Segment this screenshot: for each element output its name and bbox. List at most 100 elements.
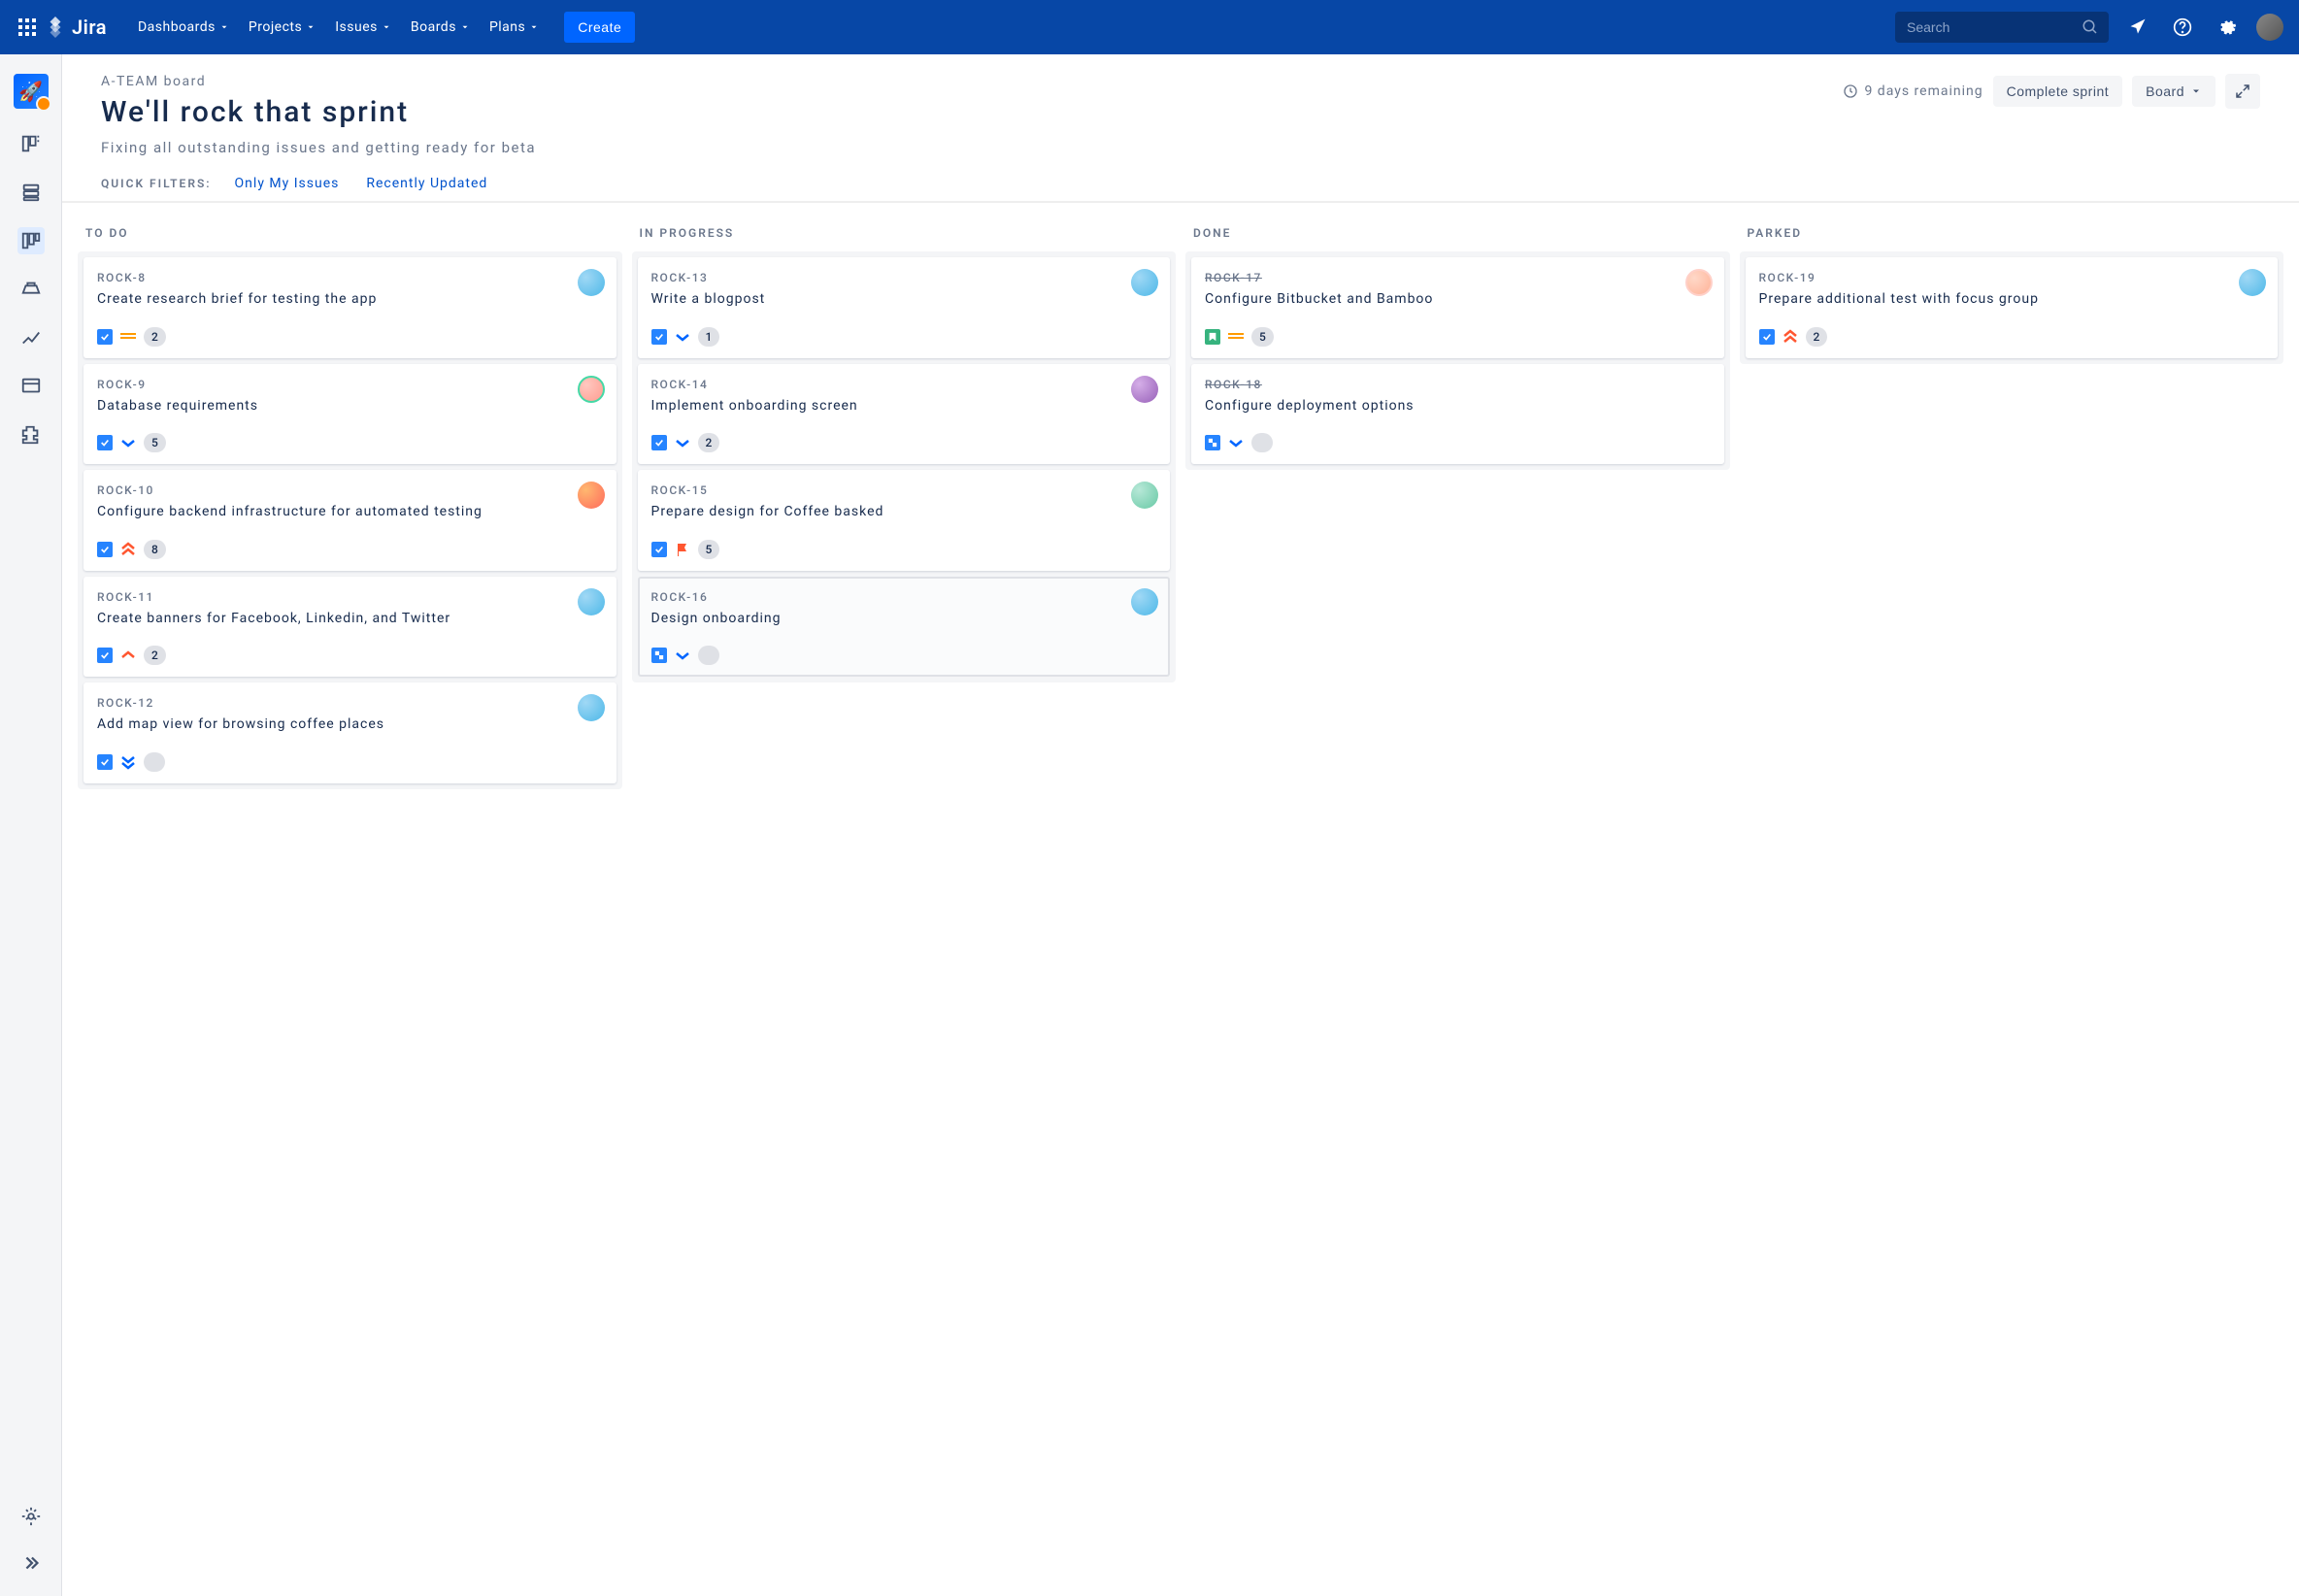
priority-icon: [675, 542, 690, 557]
column-body[interactable]: ROCK-19Prepare additional test with focu…: [1740, 251, 2284, 364]
issue-key: ROCK-18: [1205, 378, 1711, 391]
sidebar: 🚀: [0, 54, 62, 1596]
estimate-badge: 5: [1251, 327, 1274, 347]
create-button[interactable]: Create: [564, 12, 635, 43]
chevron-down-icon: [2190, 85, 2202, 97]
issue-card[interactable]: ROCK-19Prepare additional test with focu…: [1746, 257, 2279, 358]
backlog-icon[interactable]: [17, 130, 45, 157]
issue-card[interactable]: ROCK-14Implement onboarding screen2: [638, 364, 1171, 465]
jira-logo[interactable]: Jira: [45, 16, 107, 39]
issue-card[interactable]: ROCK-11Create banners for Facebook, Link…: [83, 577, 616, 678]
priority-icon: [120, 435, 136, 450]
issue-card[interactable]: ROCK-10Configure backend infrastructure …: [83, 470, 616, 571]
estimate-badge: [698, 646, 719, 665]
assignee-avatar[interactable]: [2239, 269, 2266, 296]
notifications-icon[interactable]: [2122, 12, 2153, 43]
estimate-badge: 8: [144, 540, 166, 559]
kanban-board: TO DOROCK-8Create research brief for tes…: [62, 203, 2299, 801]
pages-icon[interactable]: [17, 373, 45, 400]
chevron-down-icon: [306, 22, 316, 32]
column-body[interactable]: ROCK-8Create research brief for testing …: [78, 251, 622, 789]
breadcrumb[interactable]: A-TEAM board: [101, 74, 409, 89]
assignee-avatar[interactable]: [1131, 588, 1158, 615]
estimate-badge: 1: [698, 327, 720, 347]
help-icon[interactable]: [2167, 12, 2198, 43]
assignee-avatar[interactable]: [1131, 269, 1158, 296]
issue-key: ROCK-9: [97, 378, 603, 391]
stack-icon[interactable]: [17, 179, 45, 206]
filter-link[interactable]: Only My Issues: [235, 176, 340, 191]
column-header: DONE: [1185, 215, 1730, 251]
assignee-avatar[interactable]: [578, 376, 605, 403]
assignee-avatar[interactable]: [1131, 482, 1158, 509]
filter-link[interactable]: Recently Updated: [366, 176, 487, 191]
assignee-avatar[interactable]: [1131, 376, 1158, 403]
card-footer: [651, 646, 1157, 665]
issue-key: ROCK-13: [651, 271, 1157, 284]
priority-icon: [120, 329, 136, 345]
subtask-icon: [651, 648, 667, 663]
releases-icon[interactable]: [17, 276, 45, 303]
issue-card[interactable]: ROCK-17Configure Bitbucket and Bamboo5: [1191, 257, 1724, 358]
chevron-down-icon: [529, 22, 539, 32]
task-icon: [1759, 329, 1775, 345]
priority-icon: [675, 435, 690, 450]
issue-key: ROCK-16: [651, 590, 1157, 604]
search-icon: [2082, 18, 2099, 36]
project-settings-icon[interactable]: [17, 1503, 45, 1530]
apps-switcher-icon[interactable]: [16, 16, 39, 39]
estimate-badge: 2: [144, 327, 166, 347]
issue-card[interactable]: ROCK-12Add map view for browsing coffee …: [83, 682, 616, 783]
nav-dashboards[interactable]: Dashboards: [128, 14, 239, 41]
chevron-down-icon: [460, 22, 470, 32]
column-header: IN PROGRESS: [632, 215, 1177, 251]
fullscreen-button[interactable]: [2225, 74, 2260, 109]
issue-card[interactable]: ROCK-18 Configure deployment options: [1191, 364, 1724, 465]
column-body[interactable]: ROCK-17Configure Bitbucket and Bamboo5RO…: [1185, 251, 1730, 470]
assignee-avatar[interactable]: [578, 269, 605, 296]
estimate-badge: 5: [144, 433, 166, 452]
task-icon: [97, 754, 113, 770]
view-switcher-button[interactable]: Board: [2132, 76, 2216, 107]
issue-card[interactable]: ROCK-13 Write a blogpost 1: [638, 257, 1171, 358]
user-avatar[interactable]: [2256, 14, 2283, 41]
reports-icon[interactable]: [17, 324, 45, 351]
nav-issues[interactable]: Issues: [325, 14, 401, 41]
column-body[interactable]: ROCK-13 Write a blogpost 1 ROCK-14Implement…: [632, 251, 1177, 682]
issue-card[interactable]: ROCK-15Prepare design for Coffee basked5: [638, 470, 1171, 571]
chevron-down-icon: [382, 22, 391, 32]
clock-icon: [1843, 83, 1858, 99]
assignee-avatar[interactable]: [578, 588, 605, 615]
assignee-avatar[interactable]: [578, 482, 605, 509]
nav-projects[interactable]: Projects: [239, 14, 325, 41]
priority-icon: [1228, 329, 1244, 345]
estimate-badge: 2: [1806, 327, 1828, 347]
complete-sprint-button[interactable]: Complete sprint: [1993, 76, 2123, 107]
quick-filters-label: QUICK FILTERS:: [101, 177, 212, 190]
issue-key: ROCK-17: [1205, 271, 1711, 284]
issue-title: Write a blogpost: [651, 290, 1118, 310]
issue-card[interactable]: ROCK-9Database requirements5: [83, 364, 616, 465]
task-icon: [651, 329, 667, 345]
assignee-avatar[interactable]: [1685, 269, 1713, 296]
assignee-avatar[interactable]: [578, 694, 605, 721]
issue-title: Add map view for browsing coffee places: [97, 715, 564, 735]
card-footer: 2: [97, 646, 603, 665]
search-input[interactable]: [1895, 12, 2109, 43]
task-icon: [97, 435, 113, 450]
card-footer: 5: [651, 540, 1157, 559]
addon-icon[interactable]: [17, 421, 45, 449]
issue-card[interactable]: ROCK-16Design onboarding: [638, 577, 1171, 678]
issue-card[interactable]: ROCK-8Create research brief for testing …: [83, 257, 616, 358]
project-avatar-icon[interactable]: 🚀: [14, 74, 49, 109]
issue-title: Prepare design for Coffee basked: [651, 503, 1118, 522]
priority-icon: [675, 648, 690, 663]
board-icon[interactable]: [17, 227, 45, 254]
card-footer: 2: [97, 327, 603, 347]
column: PARKEDROCK-19Prepare additional test wit…: [1740, 215, 2284, 789]
expand-sidebar-icon[interactable]: [17, 1549, 45, 1577]
nav-boards[interactable]: Boards: [401, 14, 480, 41]
settings-icon[interactable]: [2212, 12, 2243, 43]
issue-title: Configure deployment options: [1205, 397, 1672, 416]
nav-plans[interactable]: Plans: [480, 14, 549, 41]
